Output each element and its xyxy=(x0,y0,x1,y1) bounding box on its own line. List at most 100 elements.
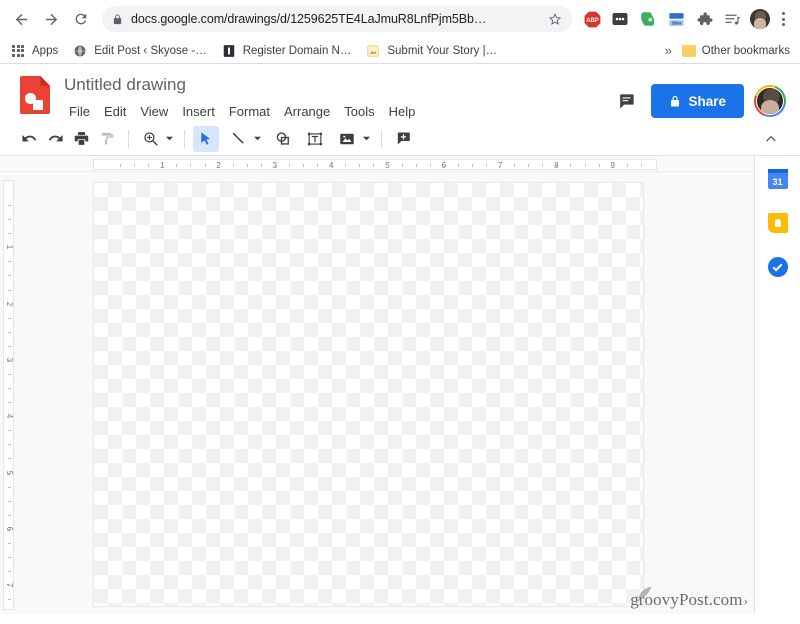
drawing-canvas[interactable] xyxy=(93,182,644,607)
ruler-tick xyxy=(429,163,431,167)
ruler-tick xyxy=(7,261,11,263)
ruler-tick xyxy=(7,275,11,277)
comment-button[interactable] xyxy=(611,86,641,116)
bookmark-item-0[interactable]: Edit Post ‹ Skyose -… xyxy=(72,43,207,59)
redo-button[interactable] xyxy=(42,126,68,152)
extensions-puzzle-icon[interactable] xyxy=(691,6,717,32)
star-icon[interactable] xyxy=(548,12,562,26)
back-button[interactable] xyxy=(8,6,34,32)
ruler-tick xyxy=(626,163,628,167)
horizontal-ruler[interactable]: 123456789 xyxy=(0,156,754,172)
dark-reader-icon[interactable] xyxy=(607,6,633,32)
ruler-tick xyxy=(190,163,192,167)
bookmark-blue-icon xyxy=(221,43,237,59)
menu-file[interactable]: File xyxy=(62,101,97,123)
omnibox[interactable]: docs.google.com/drawings/d/1259625TE4LaJ… xyxy=(102,6,572,32)
vertical-ruler[interactable]: 1234567 xyxy=(0,172,16,614)
profile-avatar[interactable] xyxy=(747,6,773,32)
menu-format[interactable]: Format xyxy=(222,101,277,123)
image-button[interactable] xyxy=(334,126,360,152)
extensions-row: ABP 35m xyxy=(578,6,792,32)
menu-tools[interactable]: Tools xyxy=(337,101,381,123)
print-button[interactable] xyxy=(68,126,94,152)
shape-tool-button[interactable] xyxy=(270,126,296,152)
ruler-tick xyxy=(317,163,319,167)
line-icon xyxy=(232,132,243,144)
bookmark-item-2[interactable]: Submit Your Story |… xyxy=(365,43,497,59)
ruler-tick xyxy=(7,289,11,291)
print-icon xyxy=(74,132,88,145)
folder-icon xyxy=(681,44,696,57)
toolbar-divider xyxy=(128,129,129,148)
zoom-dropdown-caret[interactable] xyxy=(163,126,176,152)
menubar: File Edit View Insert Format Arrange Too… xyxy=(62,101,611,123)
ruler-tick xyxy=(570,163,572,167)
line-tool-button[interactable] xyxy=(225,126,251,152)
adblock-plus-icon[interactable]: ABP xyxy=(579,6,605,32)
ruler-tick xyxy=(7,359,11,361)
google-keep-icon[interactable] xyxy=(767,212,789,234)
watermark-text: groovyPost.com xyxy=(630,590,743,609)
chevron-down-icon xyxy=(253,136,262,141)
menu-arrange[interactable]: Arrange xyxy=(277,101,337,123)
bookmark-apps[interactable]: Apps xyxy=(10,43,58,59)
redo-icon xyxy=(48,134,63,142)
menu-help[interactable]: Help xyxy=(382,101,423,123)
undo-button[interactable] xyxy=(16,126,42,152)
timer-extension-icon[interactable]: 35m xyxy=(663,6,689,32)
zoom-button[interactable] xyxy=(137,126,163,152)
text-box-button[interactable] xyxy=(302,126,328,152)
reading-list-icon[interactable] xyxy=(719,6,745,32)
ruler-tick xyxy=(598,163,600,167)
text-box-icon xyxy=(307,132,323,145)
canvas-area[interactable]: 123456789 1234567 groovyPost.com › xyxy=(0,156,754,614)
other-bookmarks-folder[interactable]: Other bookmarks xyxy=(681,44,790,57)
ruler-tick xyxy=(232,163,234,167)
evernote-icon[interactable] xyxy=(635,6,661,32)
ruler-tick xyxy=(303,163,305,167)
ruler-tick xyxy=(7,585,11,587)
ruler-tick xyxy=(288,163,290,167)
ruler-tick xyxy=(387,163,389,167)
bookmark-label: Apps xyxy=(32,44,59,57)
reload-button[interactable] xyxy=(68,6,94,32)
chrome-menu-icon[interactable] xyxy=(774,6,792,32)
google-drawings-logo[interactable] xyxy=(20,76,50,114)
paint-format-button[interactable] xyxy=(94,126,120,152)
bookmark-label: Submit Your Story |… xyxy=(387,44,498,57)
bookmark-yellow-icon xyxy=(365,43,381,59)
ruler-tick xyxy=(471,163,473,167)
menu-view[interactable]: View xyxy=(133,101,175,123)
ruler-tick xyxy=(7,472,11,474)
menu-edit[interactable]: Edit xyxy=(97,101,133,123)
collapse-toolbar-button[interactable] xyxy=(758,126,784,152)
comment-icon xyxy=(620,93,634,109)
share-button[interactable]: Share xyxy=(651,84,744,118)
ruler-tick xyxy=(134,163,136,167)
ruler-tick xyxy=(7,500,11,502)
ruler-tick xyxy=(148,163,150,167)
select-tool-button[interactable] xyxy=(193,125,219,152)
ruler-tick xyxy=(7,331,11,333)
horizontal-ruler-track: 123456789 xyxy=(93,159,657,170)
add-comment-button[interactable] xyxy=(390,126,416,152)
omnibox-row: docs.google.com/drawings/d/1259625TE4LaJ… xyxy=(0,0,800,38)
forward-button[interactable] xyxy=(38,6,64,32)
bookmarks-overflow-button[interactable]: » xyxy=(665,43,672,58)
ruler-tick xyxy=(7,486,11,488)
line-dropdown-caret[interactable] xyxy=(251,126,264,152)
arrow-left-icon xyxy=(15,13,27,25)
account-avatar[interactable] xyxy=(754,85,786,117)
bookmark-item-1[interactable]: Register Domain N… xyxy=(221,43,351,59)
menu-insert[interactable]: Insert xyxy=(175,101,222,123)
ruler-tick xyxy=(640,163,642,167)
google-tasks-icon[interactable] xyxy=(767,256,789,278)
ruler-tick xyxy=(514,163,516,167)
image-dropdown-caret[interactable] xyxy=(360,126,373,152)
page-title[interactable]: Untitled drawing xyxy=(62,72,611,98)
ruler-tick xyxy=(274,163,276,167)
bookmark-label: Other bookmarks xyxy=(701,44,790,57)
ruler-label: 2 xyxy=(5,301,14,306)
google-calendar-icon[interactable]: 31 xyxy=(767,168,789,190)
ruler-tick xyxy=(7,430,11,432)
